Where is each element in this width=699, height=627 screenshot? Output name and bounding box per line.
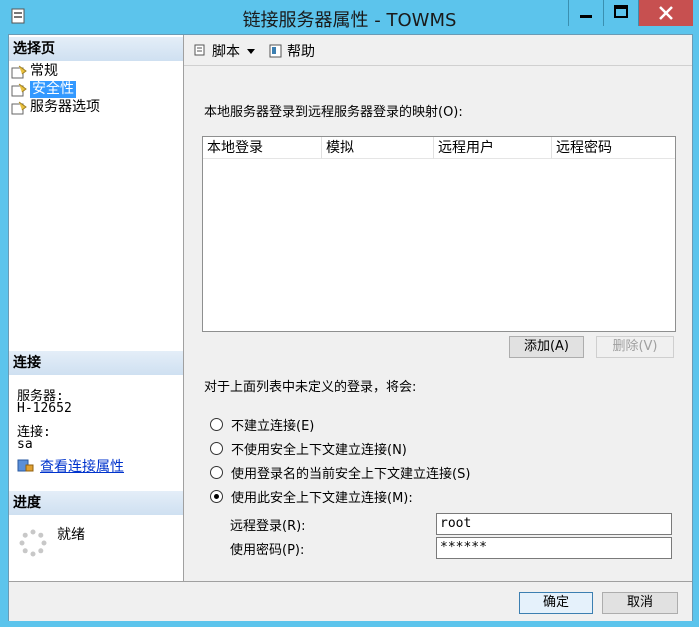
title-bar[interactable]: 链接服务器属性 - TOWMS xyxy=(0,0,699,34)
toolbar: 脚本 帮助 xyxy=(184,35,692,66)
nav-item-server-options[interactable]: 服务器选项 xyxy=(11,99,100,116)
view-connection-properties-label: 查看连接属性 xyxy=(40,459,124,475)
select-page-header: 选择页 xyxy=(9,37,183,61)
grid-header-local-login[interactable]: 本地登录 xyxy=(203,137,322,159)
add-button[interactable]: 添加(A) xyxy=(509,336,584,358)
page-icon xyxy=(11,101,27,114)
grid-header-remote-password[interactable]: 远程密码 xyxy=(552,137,675,159)
grid-header-impersonate[interactable]: 模拟 xyxy=(322,137,434,159)
cancel-button[interactable]: 取消 xyxy=(602,592,678,614)
nav-item-label: 服务器选项 xyxy=(30,99,100,115)
help-label: 帮助 xyxy=(287,44,315,60)
progress-header: 进度 xyxy=(9,491,183,515)
dialog-client: 选择页 常规 安全性 服务器选项 连接 服务器: H-12652 连接: sa … xyxy=(8,34,693,621)
progress-status: 就绪 xyxy=(57,527,85,543)
radio-label: 不使用安全上下文建立连接(N) xyxy=(231,443,407,458)
radio-label: 不建立连接(E) xyxy=(231,419,315,434)
right-panel: 脚本 帮助 本地服务器登录到远程服务器登录的映射(O): 本地登录 模拟 远程用… xyxy=(184,35,692,581)
nav-item-label: 常规 xyxy=(30,63,58,79)
undefined-logins-label: 对于上面列表中未定义的登录，将会: xyxy=(204,380,417,395)
radio-circle xyxy=(210,442,223,455)
view-connection-properties-link[interactable]: 查看连接属性 xyxy=(17,456,124,476)
radio-no-security-context[interactable]: 不使用安全上下文建立连接(N) xyxy=(210,439,407,458)
remove-button[interactable]: 删除(V) xyxy=(596,336,674,358)
button-bar: 确定 取消 xyxy=(9,581,692,621)
properties-icon xyxy=(17,459,34,472)
minimize-icon xyxy=(580,15,592,18)
maximize-button[interactable] xyxy=(603,0,638,26)
script-icon xyxy=(194,44,205,56)
radio-label: 使用此安全上下文建立连接(M): xyxy=(231,491,413,506)
maximize-icon xyxy=(614,5,628,18)
password-input[interactable]: ****** xyxy=(436,537,672,559)
minimize-button[interactable] xyxy=(568,0,603,26)
login-mapping-grid[interactable]: 本地登录 模拟 远程用户 远程密码 xyxy=(202,136,676,332)
chevron-down-icon xyxy=(247,49,255,54)
page-icon xyxy=(11,65,27,78)
radio-circle xyxy=(210,490,223,503)
connection-header: 连接 xyxy=(9,351,183,375)
radio-label: 使用登录名的当前安全上下文建立连接(S) xyxy=(231,467,471,482)
script-label: 脚本 xyxy=(212,44,240,60)
dialog-window: 链接服务器属性 - TOWMS 选择页 常规 安全性 服务器选项 连接 服务器:… xyxy=(0,0,699,627)
radio-circle xyxy=(210,418,223,431)
password-label: 使用密码(P): xyxy=(230,543,305,558)
radio-current-security-context[interactable]: 使用登录名的当前安全上下文建立连接(S) xyxy=(210,463,470,482)
remote-login-label: 远程登录(R): xyxy=(230,519,306,534)
left-panel: 选择页 常规 安全性 服务器选项 连接 服务器: H-12652 连接: sa … xyxy=(9,35,184,581)
page-icon xyxy=(11,83,27,96)
radio-circle xyxy=(210,466,223,479)
connection-value: sa xyxy=(17,437,33,452)
progress-spinner-icon xyxy=(19,529,47,557)
ok-button[interactable]: 确定 xyxy=(519,592,593,614)
close-icon xyxy=(659,6,673,20)
remote-login-input[interactable]: root xyxy=(436,513,672,535)
radio-no-connection[interactable]: 不建立连接(E) xyxy=(210,415,314,434)
nav-item-security[interactable]: 安全性 xyxy=(11,81,76,98)
grid-header-remote-user[interactable]: 远程用户 xyxy=(434,137,552,159)
radio-this-security-context[interactable]: 使用此安全上下文建立连接(M): xyxy=(210,487,413,506)
script-button[interactable]: 脚本 xyxy=(192,41,258,61)
mapping-label: 本地服务器登录到远程服务器登录的映射(O): xyxy=(204,105,463,120)
help-icon xyxy=(269,44,282,58)
help-button[interactable]: 帮助 xyxy=(268,41,315,61)
nav-item-general[interactable]: 常规 xyxy=(11,63,58,80)
server-value: H-12652 xyxy=(17,401,72,416)
nav-item-label: 安全性 xyxy=(30,81,76,98)
close-button[interactable] xyxy=(638,0,693,26)
